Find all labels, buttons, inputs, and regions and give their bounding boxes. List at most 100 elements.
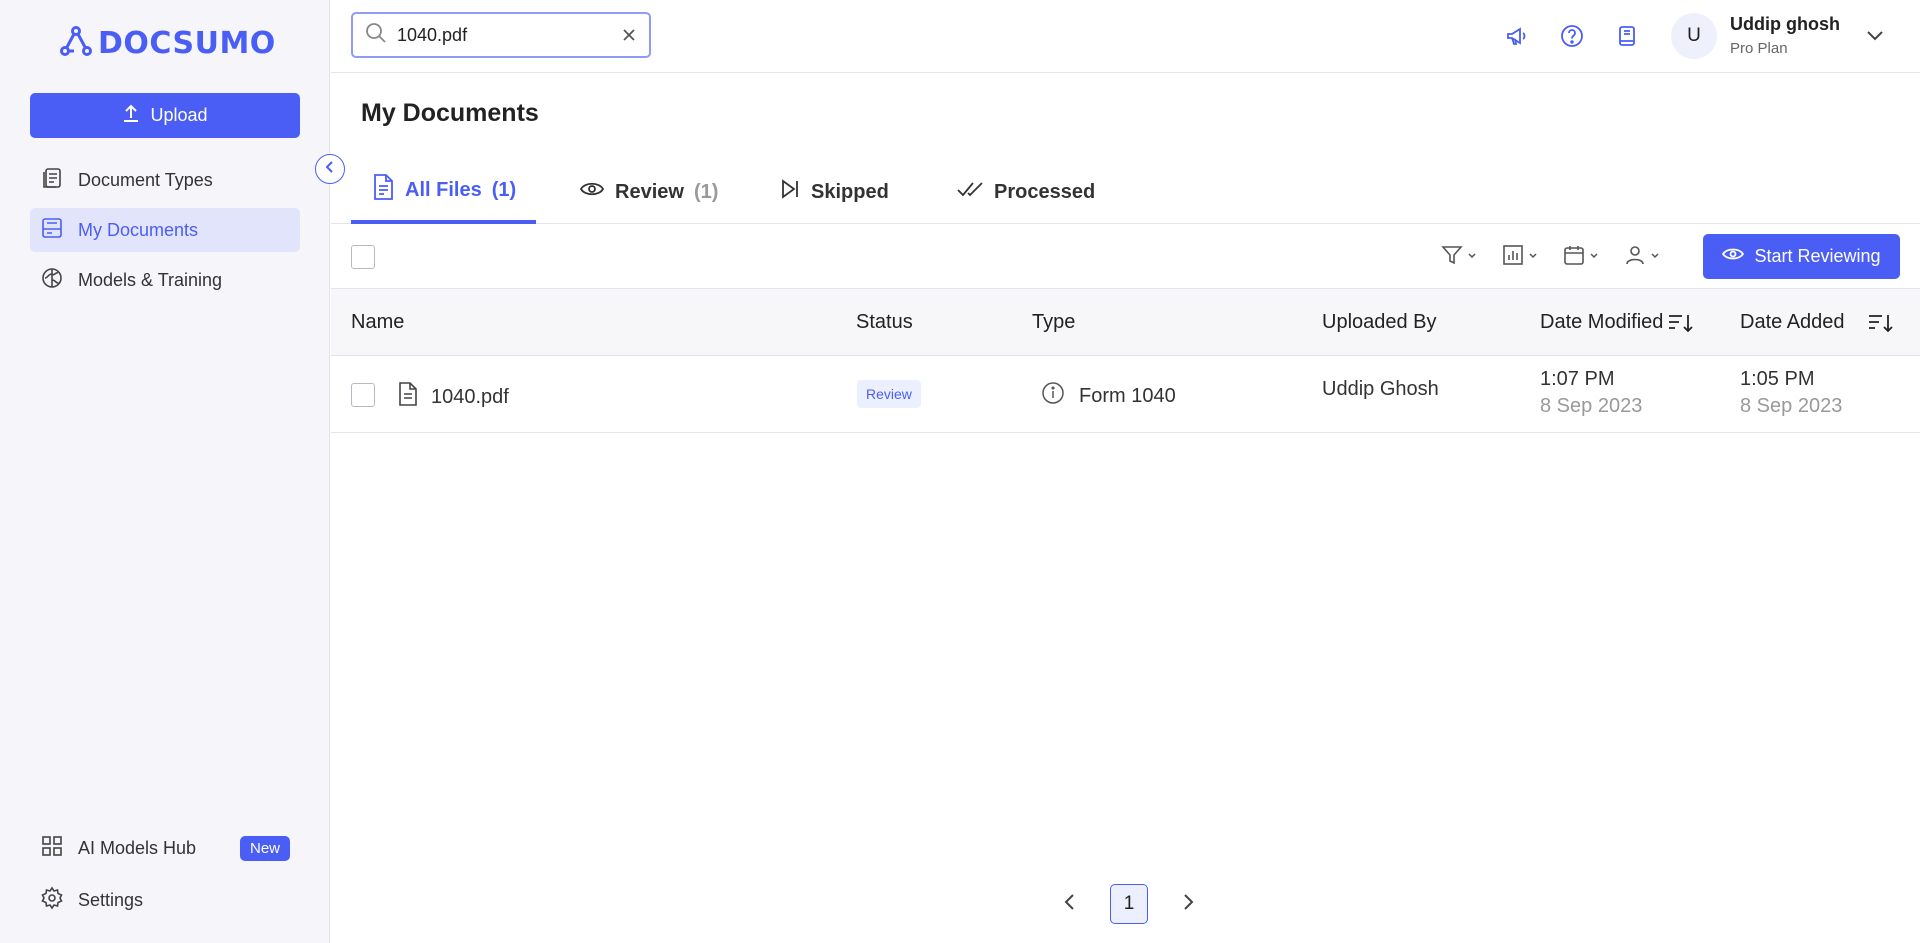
table-toolbar: Start Reviewing xyxy=(331,225,1920,289)
date-added-cell: 1:05 PM 8 Sep 2023 xyxy=(1740,368,1842,418)
chevron-left-icon xyxy=(1063,892,1077,917)
chevron-right-icon xyxy=(1181,892,1195,917)
file-icon xyxy=(397,381,419,413)
sort-icon[interactable] xyxy=(1867,312,1895,334)
column-header-label: Date Added xyxy=(1740,311,1845,333)
tab-review[interactable]: Review (1) xyxy=(559,160,738,224)
filter-dropdown[interactable] xyxy=(1440,241,1477,273)
sidebar-item-label: Settings xyxy=(78,889,144,910)
document-tabs: All Files (1) Review (1) Skipped Process… xyxy=(331,160,1920,224)
sidebar-item-settings[interactable]: Settings xyxy=(30,878,300,922)
user-plan: Pro Plan xyxy=(1730,40,1788,57)
date-dropdown[interactable] xyxy=(1562,241,1599,273)
status-badge: Review xyxy=(857,380,921,408)
docsumo-logo[interactable]: DOCSUMO xyxy=(60,26,276,61)
column-header-label: Date Modified xyxy=(1540,311,1664,333)
chevron-down-icon xyxy=(1589,248,1599,266)
sidebar-item-document-types[interactable]: Document Types xyxy=(30,158,300,202)
chevron-down-icon xyxy=(1528,248,1538,266)
search-input[interactable] xyxy=(397,24,611,46)
my-documents-icon xyxy=(40,216,64,245)
filter-icons xyxy=(1440,241,1660,273)
column-header-status: Status xyxy=(856,311,913,333)
date-modified-date: 8 Sep 2023 xyxy=(1540,395,1643,417)
date-added-date: 8 Sep 2023 xyxy=(1740,395,1843,417)
upload-button[interactable]: Upload xyxy=(30,93,300,138)
tab-label: Skipped xyxy=(811,180,889,203)
document-type: Form 1040 xyxy=(1079,384,1176,407)
chart-icon xyxy=(1501,243,1525,272)
upload-label: Upload xyxy=(150,105,208,125)
info-icon[interactable] xyxy=(1041,381,1065,411)
start-reviewing-label: Start Reviewing xyxy=(1754,246,1881,266)
date-modified-cell: 1:07 PM 8 Sep 2023 xyxy=(1540,368,1642,418)
sort-icon[interactable] xyxy=(1667,312,1695,334)
sidebar-item-ai-models-hub[interactable]: AI Models Hub New xyxy=(30,826,300,870)
sidebar-item-label: AI Models Hub xyxy=(78,837,197,858)
grid-icon xyxy=(40,834,64,863)
logo-icon xyxy=(60,26,92,61)
page-number-button[interactable]: 1 xyxy=(1110,884,1148,924)
gear-icon xyxy=(40,886,64,915)
search-box xyxy=(351,12,651,58)
collapse-sidebar-button[interactable] xyxy=(315,154,345,184)
sidebar-nav: Document Types My Documents Models & Tra… xyxy=(30,158,300,308)
column-header-date-modified: Date Modified xyxy=(1540,311,1695,334)
search-icon xyxy=(365,22,387,49)
upload-icon xyxy=(122,103,140,128)
date-modified-time: 1:07 PM xyxy=(1540,368,1615,390)
tab-skipped[interactable]: Skipped xyxy=(759,160,909,224)
table-row[interactable]: 1040.pdf Review Form 1040 Uddip Ghosh 1:… xyxy=(331,356,1920,433)
prev-page-button[interactable] xyxy=(1050,884,1090,924)
document-types-icon xyxy=(40,166,64,195)
page-title: My Documents xyxy=(361,99,539,127)
column-header-name: Name xyxy=(351,311,405,333)
calendar-icon xyxy=(1562,243,1586,272)
eye-icon xyxy=(579,179,605,205)
chevron-left-icon xyxy=(323,160,337,179)
date-added-time: 1:05 PM xyxy=(1740,368,1815,390)
book-icon[interactable] xyxy=(1611,20,1643,52)
avatar[interactable]: U xyxy=(1671,13,1717,59)
tab-all-files[interactable]: All Files (1) xyxy=(351,160,537,224)
start-reviewing-button[interactable]: Start Reviewing xyxy=(1703,234,1900,279)
user-dropdown[interactable] xyxy=(1623,241,1660,273)
chevron-down-icon[interactable] xyxy=(1865,25,1885,50)
sidebar-item-label: My Documents xyxy=(78,219,199,240)
filter-icon xyxy=(1440,243,1464,272)
new-badge: New xyxy=(239,835,290,861)
double-check-icon xyxy=(956,179,984,205)
sidebar-item-models-training[interactable]: Models & Training xyxy=(30,258,300,302)
next-page-button[interactable] xyxy=(1168,884,1208,924)
megaphone-icon[interactable] xyxy=(1501,20,1533,52)
sidebar-item-label: Document Types xyxy=(78,169,213,190)
column-header-date-added: Date Added xyxy=(1740,311,1895,334)
eye-icon xyxy=(1722,246,1745,267)
tab-label: Processed xyxy=(994,180,1096,203)
file-name-cell[interactable]: 1040.pdf xyxy=(397,381,509,413)
type-cell: Form 1040 xyxy=(1041,381,1176,411)
chart-dropdown[interactable] xyxy=(1501,241,1538,273)
user-name[interactable]: Uddip ghosh xyxy=(1730,14,1840,35)
select-all-checkbox[interactable] xyxy=(351,245,375,269)
logo-text: DOCSUMO xyxy=(98,26,276,61)
user-icon xyxy=(1623,243,1647,272)
column-header-uploaded-by: Uploaded By xyxy=(1322,311,1437,333)
table-header: Name Status Type Uploaded By Date Modifi… xyxy=(331,289,1920,356)
top-header: U Uddip ghosh Pro Plan xyxy=(331,0,1920,73)
tab-processed[interactable]: Processed xyxy=(936,160,1115,224)
row-checkbox[interactable] xyxy=(351,383,375,407)
help-icon[interactable] xyxy=(1556,20,1588,52)
tab-label: Review xyxy=(615,180,684,203)
file-name: 1040.pdf xyxy=(431,385,509,408)
tab-label: All Files xyxy=(405,178,482,201)
sidebar: DOCSUMO Upload Document Types My Documen… xyxy=(0,0,330,943)
close-icon[interactable] xyxy=(621,27,637,43)
tab-count: (1) xyxy=(491,178,517,201)
sidebar-item-my-documents[interactable]: My Documents xyxy=(30,208,300,252)
tab-count: (1) xyxy=(693,180,719,203)
pagination: 1 xyxy=(1050,884,1208,924)
file-icon xyxy=(371,173,395,207)
chevron-down-icon xyxy=(1467,248,1477,266)
sidebar-item-label: Models & Training xyxy=(78,269,223,290)
